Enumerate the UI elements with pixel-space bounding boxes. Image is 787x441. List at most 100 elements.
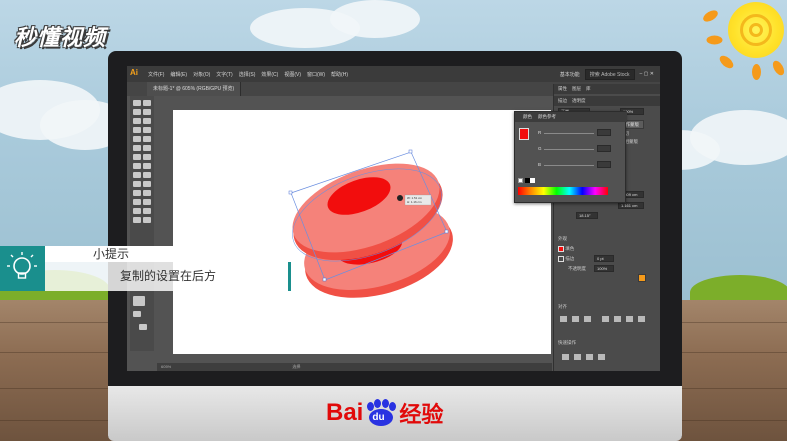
workspace-switcher[interactable]: 基本功能 <box>560 71 580 78</box>
ellipse-tool-icon[interactable] <box>133 136 141 142</box>
rotation-field[interactable]: 18.15° <box>576 212 598 219</box>
quick-action-icon[interactable] <box>598 354 605 360</box>
bounding-handle[interactable] <box>322 277 327 282</box>
lasso-tool-icon[interactable] <box>143 109 151 115</box>
screen-mode-icon[interactable] <box>139 324 147 330</box>
appearance-opacity-label: 不透明度 <box>568 266 586 271</box>
zoom-level[interactable]: 605% <box>161 364 171 369</box>
red-value[interactable] <box>597 129 611 136</box>
direct-selection-tool-icon[interactable] <box>143 100 151 106</box>
align-left-icon[interactable] <box>560 316 567 322</box>
tab-libraries[interactable]: 库 <box>586 86 591 92</box>
sun-ray <box>752 64 761 80</box>
menu-window[interactable]: 窗口(W) <box>307 71 325 78</box>
quick-actions-title: 快速操作 <box>558 340 576 345</box>
type-tool-icon[interactable] <box>133 127 141 133</box>
tab-stroke[interactable]: 描边 <box>558 98 567 104</box>
tab-color-guide[interactable]: 颜色参考 <box>538 114 556 120</box>
width-tool-icon[interactable] <box>133 163 141 169</box>
align-right-icon[interactable] <box>584 316 591 322</box>
mesh-tool-icon[interactable] <box>133 181 141 187</box>
blend-tool-icon[interactable] <box>143 190 151 196</box>
gradient-tool-icon[interactable] <box>143 181 151 187</box>
column-graph-tool-icon[interactable] <box>143 199 151 205</box>
tab-layers[interactable]: 图层 <box>572 86 581 92</box>
pen-tool-icon[interactable] <box>133 118 141 124</box>
align-title: 对齐 <box>558 304 567 309</box>
paintbrush-tool-icon[interactable] <box>143 136 151 142</box>
rotate-tool-icon[interactable] <box>133 154 141 160</box>
bounding-handle[interactable] <box>444 229 449 234</box>
slice-tool-icon[interactable] <box>143 208 151 214</box>
blue-slider[interactable] <box>544 165 594 166</box>
green-slider[interactable] <box>544 149 594 150</box>
baidu-du-text: du <box>372 412 385 423</box>
artboard[interactable]: W: 1.51 cm H: 1.16 cm <box>173 110 551 354</box>
eraser-tool-icon[interactable] <box>143 145 151 151</box>
none-swatch-icon[interactable] <box>518 178 523 183</box>
quick-action-icon[interactable] <box>562 354 569 360</box>
cloud <box>330 0 420 38</box>
zoom-tool-icon[interactable] <box>143 217 151 223</box>
tab-color[interactable]: 颜色 <box>523 114 532 120</box>
align-vcenter-icon[interactable] <box>614 316 621 322</box>
align-more-icon[interactable] <box>638 316 645 322</box>
stroke-weight-field[interactable]: 0 pt <box>594 255 614 262</box>
menu-effect[interactable]: 效果(C) <box>261 71 278 78</box>
menu-help[interactable]: 帮助(H) <box>331 71 348 78</box>
eyedropper-tool-icon[interactable] <box>133 190 141 196</box>
scale-tool-icon[interactable] <box>143 154 151 160</box>
tab-properties[interactable]: 属性 <box>558 86 567 92</box>
menu-file[interactable]: 文件(F) <box>148 71 164 78</box>
bounding-handle[interactable] <box>408 149 413 154</box>
green-label: G <box>538 146 542 151</box>
tooltip-height: H: 1.16 cm <box>407 200 422 204</box>
menu-bar: Ai 文件(F) 编辑(E) 对象(O) 文字(T) 选择(S) 效果(C) 视… <box>127 66 660 82</box>
menu-object[interactable]: 对象(O) <box>193 71 210 78</box>
green-value[interactable] <box>597 145 611 152</box>
bounding-handle[interactable] <box>288 190 293 195</box>
tip-body: 复制的设置在后方 <box>45 262 290 291</box>
artboard-tool-icon[interactable] <box>133 208 141 214</box>
appearance-opacity-field[interactable]: 100% <box>594 265 614 272</box>
color-spectrum[interactable] <box>518 187 608 195</box>
align-top-icon[interactable] <box>602 316 609 322</box>
selection-tool-icon[interactable] <box>133 100 141 106</box>
fill-swatch-icon[interactable] <box>558 246 564 252</box>
menu-view[interactable]: 视图(V) <box>284 71 301 78</box>
blue-value[interactable] <box>597 161 611 168</box>
free-transform-tool-icon[interactable] <box>143 163 151 169</box>
stock-search-input[interactable]: 搜索 Adobe Stock <box>584 68 635 80</box>
baidu-text: Bai <box>326 399 364 426</box>
fill-stroke-indicator-icon[interactable] <box>519 128 529 140</box>
menu-select[interactable]: 选择(S) <box>239 71 256 78</box>
menu-edit[interactable]: 编辑(E) <box>170 71 187 78</box>
stroke-swatch-icon[interactable] <box>558 256 564 262</box>
quick-action-icon[interactable] <box>586 354 593 360</box>
shape-builder-tool-icon[interactable] <box>133 172 141 178</box>
magic-wand-tool-icon[interactable] <box>133 109 141 115</box>
status-tool: 选择 <box>292 364 301 369</box>
curvature-tool-icon[interactable] <box>143 118 151 124</box>
stroke-row[interactable]: 描边 <box>558 256 574 262</box>
red-slider[interactable] <box>544 133 594 134</box>
align-bottom-icon[interactable] <box>626 316 633 322</box>
color-panel-tabs: 颜色 颜色参考 <box>515 112 627 122</box>
menu-type[interactable]: 文字(T) <box>216 71 232 78</box>
line-tool-icon[interactable] <box>143 127 151 133</box>
tab-transparency[interactable]: 透明度 <box>572 98 586 104</box>
align-hcenter-icon[interactable] <box>572 316 579 322</box>
fill-row[interactable]: 填色 <box>558 246 574 252</box>
symbol-sprayer-tool-icon[interactable] <box>133 199 141 205</box>
fill-stroke-swatch-icon[interactable] <box>133 296 145 306</box>
document-tab[interactable]: 未标题-1* @ 605% (RGB/GPU 预览) <box>147 82 242 96</box>
quick-action-icon[interactable] <box>574 354 581 360</box>
height-field[interactable]: 1.161 cm <box>618 202 644 209</box>
drawing-mode-icon[interactable] <box>133 311 141 317</box>
hand-tool-icon[interactable] <box>133 217 141 223</box>
pencil-tool-icon[interactable] <box>133 145 141 151</box>
white-swatch-icon[interactable] <box>530 178 535 183</box>
perspective-grid-tool-icon[interactable] <box>143 172 151 178</box>
appearance-more-button[interactable] <box>638 274 646 282</box>
window-controls[interactable]: – ▢ ✕ <box>640 71 654 77</box>
